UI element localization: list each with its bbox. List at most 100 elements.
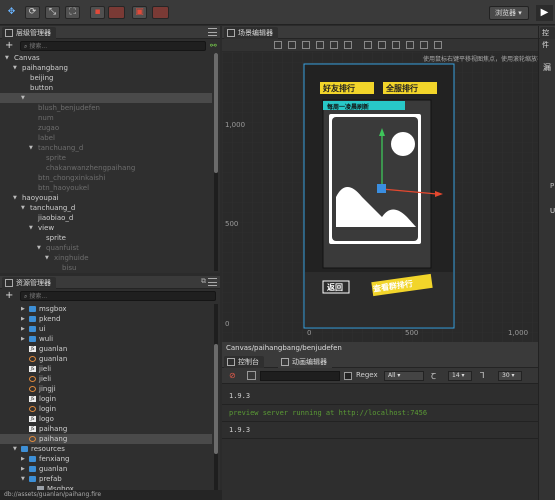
expand-arrow-icon[interactable]: ▼ (13, 193, 19, 203)
expand-arrow-icon[interactable]: ▼ (29, 223, 35, 233)
clear-console-icon[interactable]: ⊘ (229, 371, 236, 380)
expand-arrow-icon[interactable]: ▼ (29, 143, 35, 153)
asset-row[interactable]: guanlan (0, 354, 212, 364)
move-tool-icon[interactable]: ✥ (5, 6, 18, 19)
node-row[interactable]: blush_benjudefen (0, 103, 212, 113)
node-row[interactable]: zugao (0, 123, 212, 133)
expand-arrow-icon[interactable]: ▼ (5, 53, 11, 63)
node-row[interactable]: ▼ haoyoupai (0, 193, 212, 203)
expand-arrow-icon[interactable]: ▼ (13, 63, 19, 73)
font-size-select[interactable]: 14 ▾ (448, 371, 472, 381)
local-global-button[interactable] (108, 6, 125, 19)
log-level-select[interactable]: All ▾ (384, 371, 424, 381)
expand-arrow-icon[interactable]: ▼ (21, 93, 27, 103)
node-row[interactable]: jiaobiao_d (0, 213, 212, 223)
preview-mode-button[interactable] (152, 6, 169, 19)
collapse-arrow-icon[interactable]: ▶ (21, 464, 27, 474)
hierarchy-scroll-thumb[interactable] (214, 53, 218, 173)
node-row[interactable]: beijing (0, 73, 212, 83)
node-row[interactable]: ▼ xinghuide (0, 253, 212, 263)
expand-arrow-icon[interactable]: ▼ (45, 253, 51, 263)
asset-row[interactable]: jingji (0, 384, 212, 394)
distribute-bottom-icon[interactable] (392, 41, 400, 49)
assets-scrollbar[interactable] (214, 304, 218, 490)
collapse-icon[interactable] (247, 371, 256, 380)
add-asset-icon[interactable]: + (5, 290, 13, 302)
align-bottom-icon[interactable] (302, 41, 310, 49)
node-row[interactable]: sprite (0, 153, 212, 163)
distribute-hcenter-icon[interactable] (420, 41, 428, 49)
asset-row[interactable]: JS logo (0, 414, 212, 424)
node-row[interactable]: ▼ quanfuist (0, 243, 212, 253)
asset-row[interactable]: ▼ prefab (0, 474, 212, 484)
collapse-arrow-icon[interactable]: ▶ (21, 324, 27, 334)
asset-row[interactable]: JS jieli (0, 364, 212, 374)
console-filter-input[interactable] (260, 371, 340, 381)
distribute-top-icon[interactable] (364, 41, 372, 49)
node-row[interactable]: ▼ Canvas (0, 53, 212, 63)
node-row[interactable]: ▼ tanchuang_d (0, 143, 212, 153)
asset-row[interactable]: ▶ pkend (0, 314, 212, 324)
node-row[interactable]: num (0, 113, 212, 123)
line-height-select[interactable]: 30 ▾ (498, 371, 522, 381)
back-button[interactable]: 返回 (327, 282, 343, 293)
align-left-icon[interactable] (316, 41, 324, 49)
node-row[interactable]: button (0, 83, 212, 93)
assets-menu-icon[interactable] (208, 278, 217, 286)
tab-hierarchy[interactable]: 层级管理器 (2, 27, 56, 39)
asset-row[interactable]: JS login (0, 394, 212, 404)
node-row[interactable]: chakanwanzhengpaihang (0, 163, 212, 173)
distribute-right-icon[interactable] (434, 41, 442, 49)
node-row[interactable]: ▼ view (0, 223, 212, 233)
expand-arrow-icon[interactable]: ▼ (21, 474, 27, 484)
tab-inspector[interactable]: 控件 (540, 27, 555, 49)
node-row[interactable]: ▼ (0, 93, 212, 103)
browser-select[interactable]: 浏览器 ▾ (489, 6, 529, 20)
distribute-vcenter-icon[interactable] (378, 41, 386, 49)
asset-row[interactable]: jieli (0, 374, 212, 384)
scene-canvas[interactable] (222, 52, 555, 344)
server-rank-tab[interactable]: 全服排行 (386, 83, 418, 94)
asset-row[interactable]: login (0, 404, 212, 414)
tab-scene[interactable]: 场景编辑器 (224, 27, 278, 39)
collapse-arrow-icon[interactable]: ▶ (21, 314, 27, 324)
tab-console[interactable]: 控制台 (224, 356, 264, 368)
friend-rank-tab[interactable]: 好友排行 (323, 83, 355, 94)
node-row[interactable]: ▼ paihangbang (0, 63, 212, 73)
node-row[interactable]: label (0, 133, 212, 143)
align-vcenter-icon[interactable] (288, 41, 296, 49)
asset-row[interactable]: ▶ guanlan (0, 464, 212, 474)
asset-row[interactable]: ▶ fenxiang (0, 454, 212, 464)
asset-row[interactable]: JS guanlan (0, 344, 212, 354)
collapse-arrow-icon[interactable]: ▶ (21, 304, 27, 314)
asset-row[interactable]: ▶ msgbox (0, 304, 212, 314)
collapse-arrow-icon[interactable]: ▶ (21, 454, 27, 464)
node-row[interactable]: btn_haoyoukel (0, 183, 212, 193)
node-row[interactable]: ▼ tanchuang_d (0, 203, 212, 213)
asset-row[interactable]: JS paihang (0, 424, 212, 434)
node-row[interactable]: btn_chongxinkaishi (0, 173, 212, 183)
assets-search-input[interactable]: 搜索... (20, 291, 216, 301)
align-right-icon[interactable] (344, 41, 352, 49)
node-row[interactable]: bisu (0, 263, 212, 271)
collapse-arrow-icon[interactable]: ▶ (21, 334, 27, 344)
asset-row[interactable]: paihang (0, 434, 212, 444)
align-hcenter-icon[interactable] (330, 41, 338, 49)
asset-row[interactable]: ▼ resources (0, 444, 212, 454)
expand-icon[interactable]: ⧉ (201, 277, 206, 286)
hierarchy-scrollbar[interactable] (214, 53, 218, 271)
align-top-icon[interactable] (274, 41, 282, 49)
distribute-left-icon[interactable] (406, 41, 414, 49)
expand-arrow-icon[interactable]: ▼ (13, 444, 19, 454)
asset-row[interactable]: ▶ wuli (0, 334, 212, 344)
asset-row[interactable]: ▶ ui (0, 324, 212, 334)
expand-arrow-icon[interactable]: ▼ (21, 203, 27, 213)
add-node-icon[interactable]: + (5, 40, 13, 52)
regex-checkbox[interactable] (344, 372, 352, 380)
node-row[interactable]: sprite (0, 233, 212, 243)
play-button[interactable]: ▶ (536, 5, 553, 21)
tab-assets[interactable]: 资源管理器 (2, 277, 56, 289)
tab-animation[interactable]: 动画编辑器 (278, 356, 332, 368)
assets-scroll-thumb[interactable] (214, 344, 218, 454)
link-icon[interactable]: ⚯ (210, 41, 217, 50)
